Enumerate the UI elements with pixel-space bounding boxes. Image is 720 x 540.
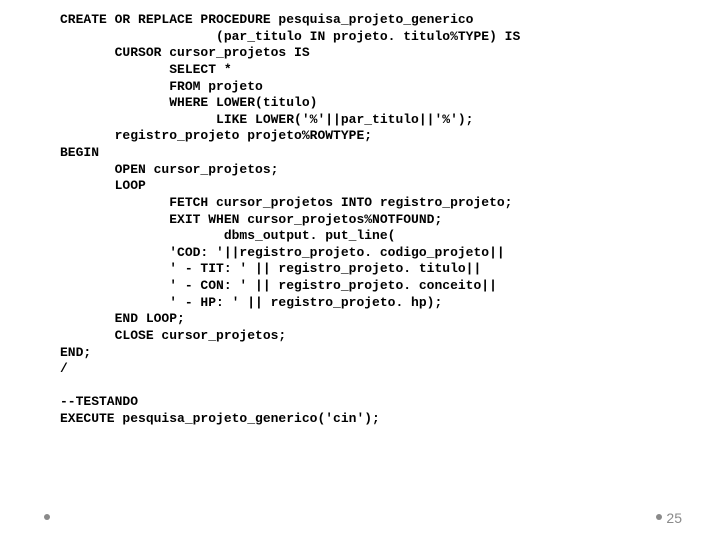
- slide-bullet-left: [44, 514, 50, 520]
- plsql-code-block: CREATE OR REPLACE PROCEDURE pesquisa_pro…: [0, 0, 720, 428]
- slide-bullet-right: [656, 514, 662, 520]
- page-number: 25: [666, 510, 682, 526]
